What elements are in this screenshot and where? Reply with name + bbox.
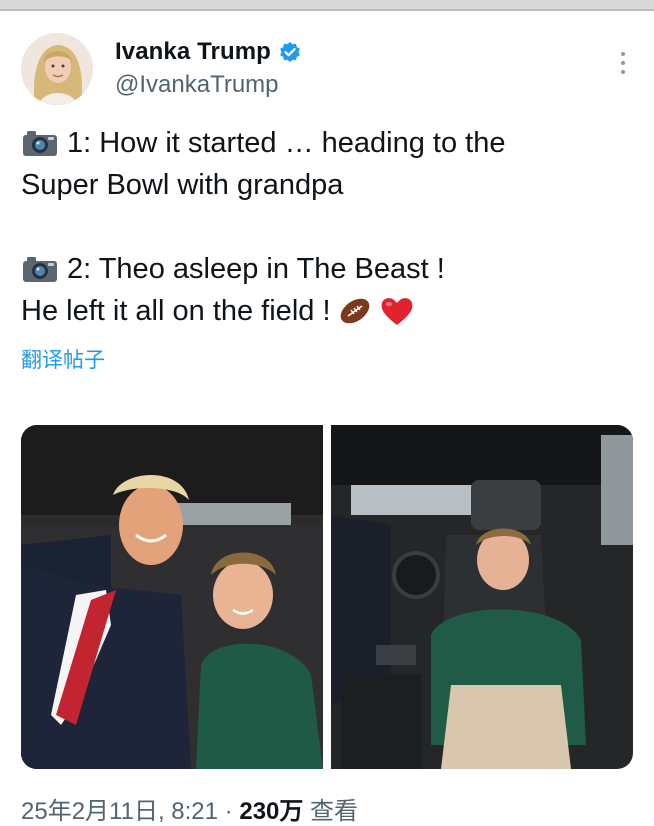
football-emoji-icon <box>337 294 373 328</box>
tweet-line-text: 1: How it started … heading to the <box>67 127 506 159</box>
more-options-icon[interactable] <box>620 52 626 76</box>
camera-emoji-icon <box>21 254 59 284</box>
tweet-line: 1: How it started … heading to the <box>21 122 641 164</box>
avatar[interactable] <box>21 33 93 105</box>
tweet-header: Ivanka Trump @IvankaTrump <box>21 32 634 106</box>
author-handle[interactable]: @IvankaTrump <box>115 71 279 99</box>
media-photo-1[interactable] <box>21 425 323 769</box>
author-display-name[interactable]: Ivanka Trump <box>115 38 271 66</box>
tweet-text: 1: How it started … heading to the Super… <box>21 122 641 332</box>
tweet-line-text: He left it all on the field ! <box>21 295 331 327</box>
tweet-media-grid <box>21 425 633 769</box>
camera-emoji-icon <box>21 128 59 158</box>
verified-badge-icon <box>279 41 301 63</box>
translate-post-link[interactable]: 翻译帖子 <box>21 344 105 374</box>
tweet-line: Super Bowl with grandpa <box>21 164 641 206</box>
tweet-line: 2: Theo asleep in The Beast ! <box>21 248 641 290</box>
tweet-line-text: Super Bowl with grandpa <box>21 169 344 201</box>
tweet-line: He left it all on the field ! <box>21 290 641 332</box>
window-top-bar <box>0 0 654 11</box>
media-photo-2[interactable] <box>331 425 633 769</box>
red-heart-emoji-icon <box>379 294 415 328</box>
tweet-line-text: 2: Theo asleep in The Beast ! <box>67 253 445 285</box>
